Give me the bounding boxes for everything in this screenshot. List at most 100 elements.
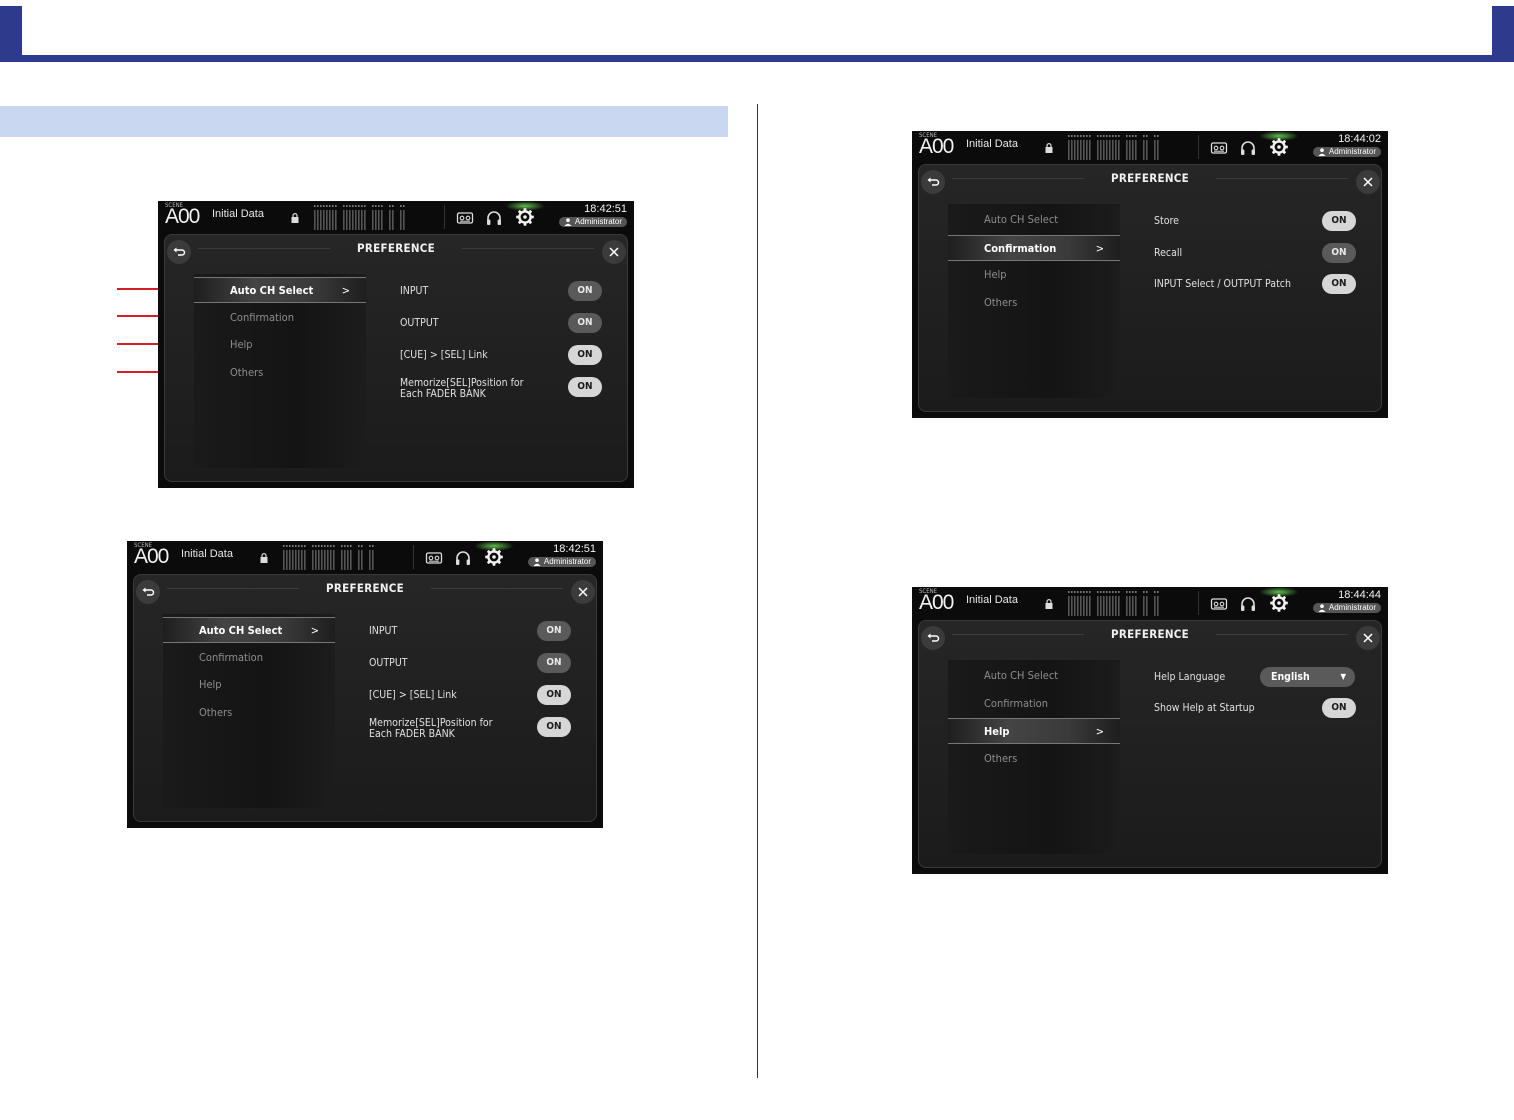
recorder-icon[interactable]	[425, 549, 443, 567]
headphones-icon[interactable]	[454, 549, 472, 567]
help-language-dropdown[interactable]: English ▼	[1260, 667, 1355, 687]
lock-icon[interactable]	[291, 213, 299, 223]
meter-segment	[1115, 596, 1117, 616]
meter-peak-dot	[1103, 591, 1105, 593]
toggle-input[interactable]: ON	[537, 621, 571, 641]
scene-number[interactable]: A00	[919, 135, 954, 159]
menu-item-help[interactable]: Help	[194, 332, 366, 358]
user-icon	[533, 558, 541, 566]
user-badge[interactable]: Administrator	[527, 557, 596, 567]
mixer-screen-1: SCENE A00 Initial Data 18:42:51 Administ…	[158, 201, 634, 488]
menu-item-label: Auto CH Select	[230, 284, 314, 297]
back-button[interactable]	[167, 240, 191, 264]
menu-item-confirmation[interactable]: Confirmation	[194, 305, 366, 331]
close-button[interactable]	[1356, 170, 1380, 194]
toggle-recall[interactable]: ON	[1322, 243, 1356, 263]
scene-name[interactable]: Initial Data	[966, 138, 1018, 150]
meter-peak-dot	[1126, 591, 1128, 593]
menu-item-auto-ch-select[interactable]: Auto CH Select	[948, 663, 1120, 689]
menu-item-help[interactable]: Help	[948, 262, 1120, 288]
lock-icon[interactable]	[1045, 143, 1053, 153]
level-meters[interactable]	[1068, 590, 1190, 616]
meter-peak-dot	[318, 545, 320, 547]
toggle-cue-sel-link[interactable]: ON	[537, 685, 571, 705]
level-meters[interactable]	[283, 544, 405, 570]
gear-icon[interactable]	[1269, 593, 1289, 613]
recorder-icon[interactable]	[1210, 139, 1228, 157]
level-meters[interactable]	[314, 204, 436, 230]
menu-item-confirmation[interactable]: Confirmation	[163, 645, 335, 671]
toggle-input[interactable]: ON	[568, 281, 602, 301]
recorder-icon[interactable]	[1210, 595, 1228, 613]
meter-peak-dot	[369, 545, 371, 547]
menu-item-others[interactable]: Others	[948, 290, 1120, 316]
lock-icon[interactable]	[1045, 599, 1053, 609]
lock-icon[interactable]	[260, 553, 268, 563]
menu-item-auto-ch-select[interactable]: Auto CH Select >	[194, 277, 366, 303]
option-label-line: INPUT	[400, 285, 429, 297]
meter-peak-dot	[378, 205, 380, 207]
recorder-icon[interactable]	[456, 209, 474, 227]
menu-item-auto-ch-select[interactable]: Auto CH Select >	[163, 617, 335, 643]
gear-icon[interactable]	[1269, 137, 1289, 157]
toggle-input-select-output-patch[interactable]: ON	[1322, 274, 1356, 294]
close-button[interactable]	[1356, 626, 1380, 650]
meter-peak-dot	[1083, 591, 1085, 593]
option-label-memorize-sel-position-for: Memorize[SEL]Position for Each FADER BANK	[369, 718, 493, 740]
meter-peak-dot	[1077, 135, 1079, 137]
section-heading-band	[0, 106, 728, 137]
scene-number[interactable]: A00	[919, 591, 954, 615]
meter-peak-dot	[1135, 591, 1137, 593]
menu-item-help[interactable]: Help >	[948, 718, 1120, 744]
gear-icon[interactable]	[484, 547, 504, 567]
user-badge[interactable]: Administrator	[558, 217, 627, 227]
user-badge[interactable]: Administrator	[1312, 603, 1381, 613]
close-button[interactable]	[602, 240, 626, 264]
headphones-icon[interactable]	[485, 209, 503, 227]
toggle-cue-sel-link[interactable]: ON	[568, 345, 602, 365]
menu-item-label: Help	[199, 678, 222, 691]
menu-item-confirmation[interactable]: Confirmation >	[948, 235, 1120, 261]
back-button[interactable]	[921, 626, 945, 650]
scene-name[interactable]: Initial Data	[966, 594, 1018, 606]
toggle-memorize-sel-position-for[interactable]: ON	[537, 717, 571, 737]
menu-item-label: Auto CH Select	[984, 213, 1059, 226]
scene-name[interactable]: Initial Data	[181, 548, 233, 560]
meter-peak-dot	[364, 205, 366, 207]
meter-segment	[304, 550, 306, 570]
option-label-input-select-output-patch: INPUT Select / OUTPUT Patch	[1154, 279, 1291, 290]
scene-number[interactable]: A00	[165, 205, 200, 229]
headphones-icon[interactable]	[1239, 139, 1257, 157]
meter-segment	[1135, 596, 1137, 616]
gear-icon[interactable]	[515, 207, 535, 227]
menu-item-others[interactable]: Others	[163, 700, 335, 726]
scene-name[interactable]: Initial Data	[212, 208, 264, 220]
headphones-icon[interactable]	[1239, 595, 1257, 613]
back-button[interactable]	[921, 170, 945, 194]
menu-item-others[interactable]: Others	[948, 746, 1120, 772]
toggle-output[interactable]: ON	[568, 313, 602, 333]
scene-number[interactable]: A00	[134, 545, 169, 569]
meter-segment	[403, 210, 405, 230]
menu-item-others[interactable]: Others	[194, 360, 366, 386]
close-button[interactable]	[571, 580, 595, 604]
user-badge[interactable]: Administrator	[1312, 147, 1381, 157]
toggle-store[interactable]: ON	[1322, 211, 1356, 231]
toggle-memorize-sel-position-for[interactable]: ON	[568, 377, 602, 397]
back-arrow-icon	[142, 587, 155, 596]
meter-peak-dot	[375, 205, 377, 207]
toggle-output[interactable]: ON	[537, 653, 571, 673]
toggle-show-help-at-startup[interactable]: ON	[1322, 698, 1356, 718]
meter-peak-dot	[1154, 135, 1156, 137]
back-button[interactable]	[136, 580, 160, 604]
menu-item-confirmation[interactable]: Confirmation	[948, 691, 1120, 717]
meter-peak-dot	[372, 205, 374, 207]
meter-segment	[1071, 140, 1073, 160]
clock: 18:42:51	[553, 543, 596, 555]
page-title: PREFERENCE	[1110, 171, 1190, 185]
meter-segment	[350, 550, 352, 570]
meter-segment	[1109, 140, 1111, 160]
menu-item-help[interactable]: Help	[163, 672, 335, 698]
menu-item-auto-ch-select[interactable]: Auto CH Select	[948, 207, 1120, 233]
level-meters[interactable]	[1068, 134, 1190, 160]
